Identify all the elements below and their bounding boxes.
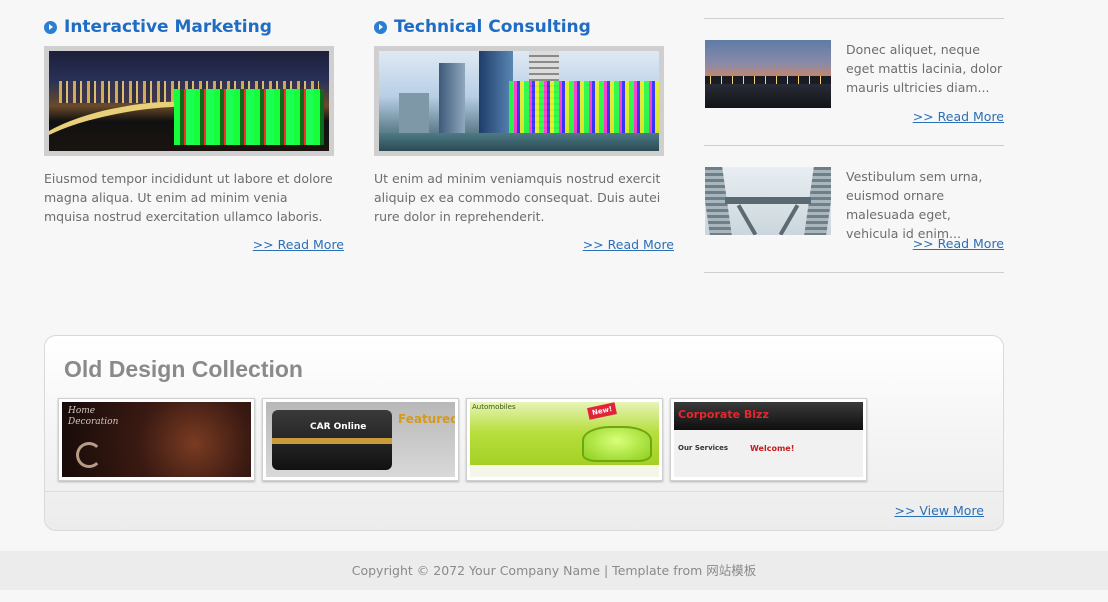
thumbnail-nav (470, 465, 659, 477)
service-description: Eiusmod tempor incididunt ut labore et d… (44, 171, 333, 224)
arrow-bullet-icon (44, 20, 57, 34)
bridge-strut (736, 204, 758, 235)
thumbnail-text: Welcome! (750, 444, 795, 453)
read-more-link[interactable]: >> Read More (913, 109, 1004, 124)
read-more-link[interactable]: >> Read More (374, 237, 674, 252)
corporate-bizz-thumbnail: Corporate Bizz Our Services Welcome! (674, 402, 863, 477)
design-gallery: Home Decoration CAR Online Featured C Au… (58, 398, 867, 481)
news-item: Vestibulum sem urna, euismod ornare male… (704, 146, 1004, 273)
image-artifact (174, 89, 324, 145)
thumbnail-text: CAR Online (310, 422, 367, 432)
service-image-frame (374, 46, 664, 156)
service-interactive-marketing: Interactive Marketing Eiusmod tempor inc… (44, 16, 344, 252)
news-column: Donec aliquet, neque eget mattis lacinia… (704, 18, 1004, 273)
thumbnail-header: Corporate Bizz (674, 402, 863, 430)
dusk-skyline-image[interactable] (705, 40, 831, 108)
twin-towers-bridge-image[interactable] (705, 167, 831, 235)
service-description: Ut enim ad minim veniamquis nostrud exer… (374, 171, 661, 224)
car-online-thumbnail: CAR Online Featured C (266, 402, 455, 477)
image-artifact (509, 81, 659, 136)
thumbnail-text: Decoration (68, 417, 119, 427)
footer: Copyright © 2072 Your Company Name | Tem… (0, 551, 1108, 590)
skyline (705, 76, 831, 84)
thumbnail-text: Automobiles (472, 403, 516, 411)
gallery-item-car-online[interactable]: CAR Online Featured C (262, 398, 459, 481)
service-title-text[interactable]: Technical Consulting (394, 17, 591, 37)
gallery-item-corporate-bizz[interactable]: Corporate Bizz Our Services Welcome! (670, 398, 867, 481)
bridge-strut (778, 204, 800, 235)
skybridge (725, 197, 811, 204)
thumbnail-panel: CAR Online (272, 410, 392, 470)
service-image-frame (44, 46, 334, 156)
city-night-bridge-image[interactable] (49, 51, 329, 151)
thumbnail-bar (272, 438, 392, 444)
home-decoration-thumbnail: Home Decoration (62, 402, 251, 477)
collection-title: Old Design Collection (64, 356, 303, 382)
city-skyline-day-image[interactable] (379, 51, 659, 151)
thumbnail-text: Home (68, 406, 96, 416)
news-excerpt: Donec aliquet, neque eget mattis lacinia… (846, 42, 1003, 95)
view-more-link[interactable]: >> View More (894, 503, 984, 518)
building (399, 93, 429, 133)
service-title-text[interactable]: Interactive Marketing (64, 17, 272, 37)
water (379, 133, 659, 151)
service-title[interactable]: Interactive Marketing (44, 16, 344, 38)
thumbnail-text: Featured C (398, 412, 455, 426)
divider (45, 491, 1003, 492)
copyright-text: Copyright © 2072 Your Company Name | Tem… (351, 563, 757, 578)
building (479, 51, 513, 133)
automobiles-thumbnail: Automobiles New! (470, 402, 659, 477)
service-title[interactable]: Technical Consulting (374, 16, 674, 38)
service-technical-consulting: Technical Consulting Ut enim ad minim ve… (374, 16, 674, 252)
swirl-graphic (76, 442, 102, 468)
thumbnail-text: Corporate Bizz (678, 408, 769, 421)
news-item: Donec aliquet, neque eget mattis lacinia… (704, 19, 1004, 146)
news-excerpt: Vestibulum sem urna, euismod ornare male… (846, 169, 983, 241)
building (439, 63, 465, 133)
arrow-bullet-icon (374, 20, 387, 34)
read-more-link[interactable]: >> Read More (913, 236, 1004, 251)
gallery-item-automobiles[interactable]: Automobiles New! (466, 398, 663, 481)
thumbnail-badge: New! (587, 402, 618, 420)
read-more-link[interactable]: >> Read More (44, 237, 344, 252)
car-graphic (582, 426, 652, 462)
old-design-collection: Old Design Collection Home Decoration CA… (44, 335, 1004, 531)
gallery-item-home-decoration[interactable]: Home Decoration (58, 398, 255, 481)
thumbnail-text: Our Services (678, 444, 729, 452)
